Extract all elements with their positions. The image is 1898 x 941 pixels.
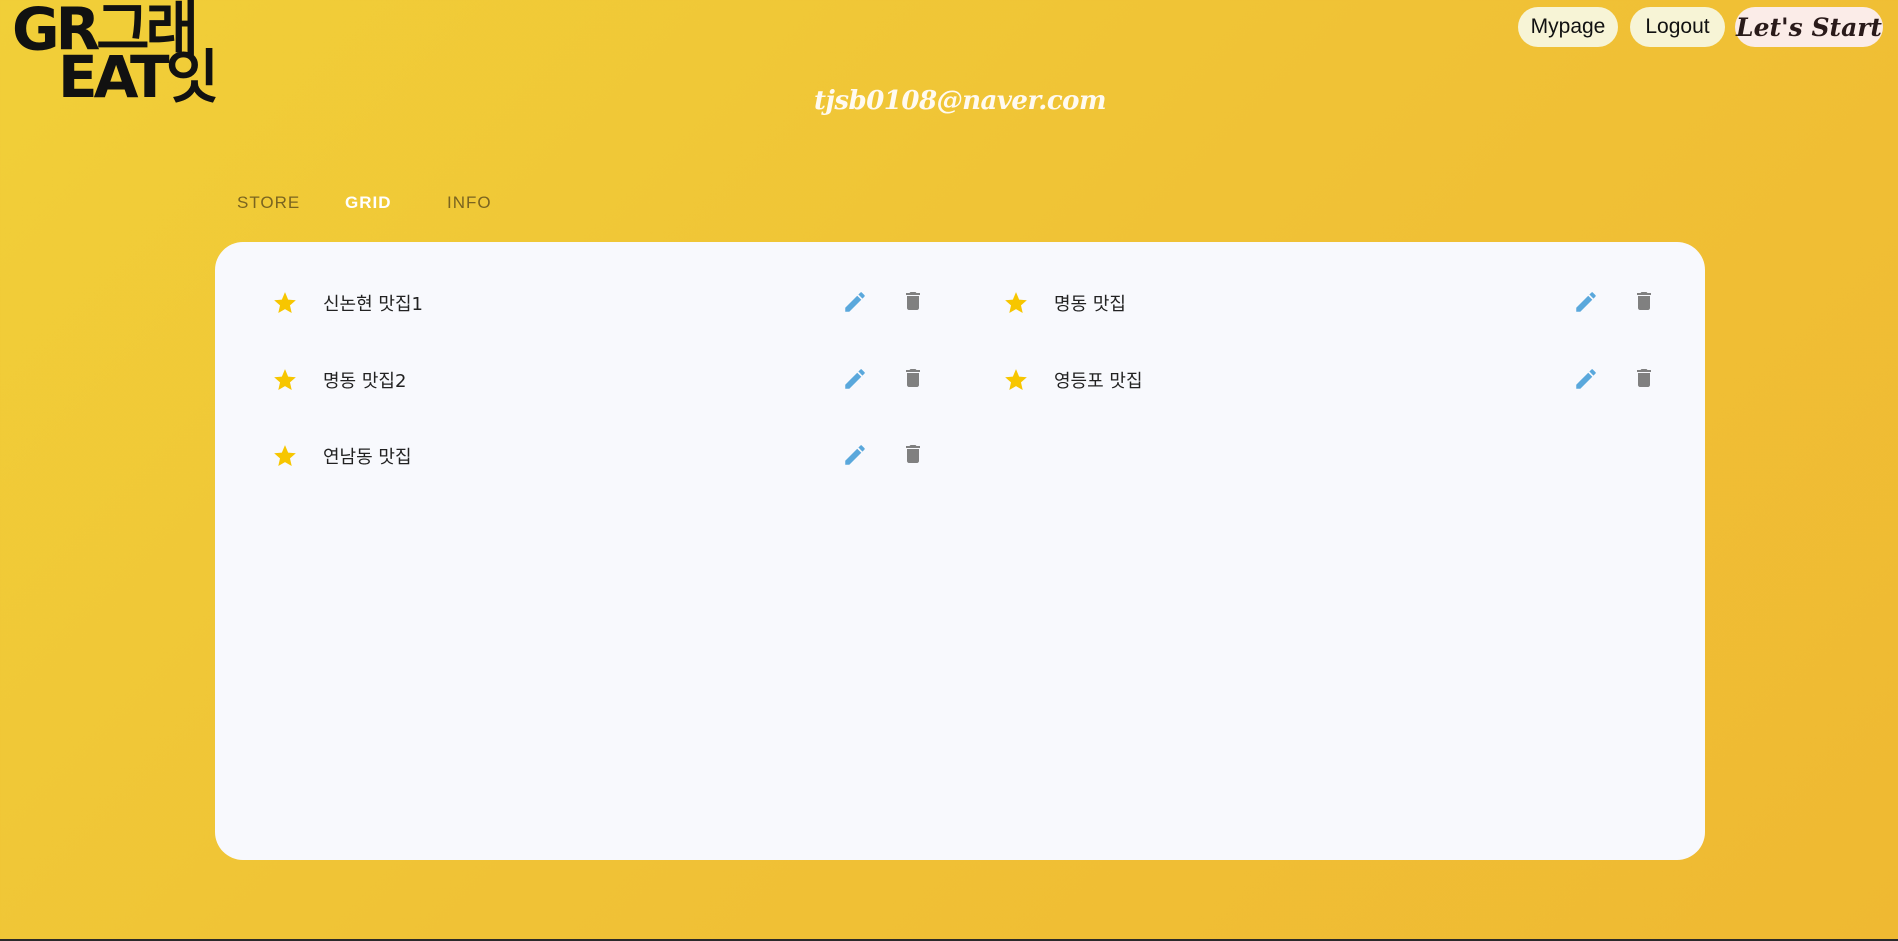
list-item: 명동 맛집: [946, 283, 1651, 323]
star-icon[interactable]: [272, 290, 298, 316]
pencil-icon[interactable]: [1573, 366, 1599, 392]
trash-icon[interactable]: [901, 441, 925, 467]
trash-icon[interactable]: [1632, 288, 1656, 314]
lets-start-button[interactable]: Let's Start: [1735, 7, 1883, 47]
pencil-icon[interactable]: [842, 289, 868, 315]
list-item: 연남동 맛집: [215, 436, 920, 476]
list-item: 신논현 맛집1: [215, 283, 920, 323]
pencil-icon[interactable]: [1573, 289, 1599, 315]
restaurant-list-panel: 신논현 맛집1 명동 맛집 명동 맛집2 영등포 맛집 연남동 맛집: [215, 242, 1705, 860]
pencil-icon[interactable]: [842, 442, 868, 468]
star-icon[interactable]: [272, 443, 298, 469]
trash-icon[interactable]: [1632, 365, 1656, 391]
mypage-button[interactable]: Mypage: [1518, 7, 1618, 47]
trash-icon[interactable]: [901, 288, 925, 314]
star-icon[interactable]: [1003, 290, 1029, 316]
list-item: 영등포 맛집: [946, 360, 1651, 400]
user-email: tjsb0108@naver.com: [813, 86, 1107, 116]
tab-info[interactable]: INFO: [447, 193, 492, 213]
item-name: 연남동 맛집: [323, 447, 412, 468]
item-name: 신논현 맛집1: [323, 294, 423, 315]
trash-icon[interactable]: [901, 365, 925, 391]
star-icon[interactable]: [1003, 367, 1029, 393]
item-name: 명동 맛집2: [323, 371, 407, 392]
tab-grid[interactable]: GRID: [345, 193, 392, 213]
star-icon[interactable]: [272, 367, 298, 393]
logout-button[interactable]: Logout: [1630, 7, 1725, 47]
list-item: 명동 맛집2: [215, 360, 920, 400]
pencil-icon[interactable]: [842, 366, 868, 392]
item-name: 영등포 맛집: [1054, 371, 1143, 392]
tab-store[interactable]: STORE: [237, 193, 300, 213]
item-name: 명동 맛집: [1054, 294, 1126, 315]
